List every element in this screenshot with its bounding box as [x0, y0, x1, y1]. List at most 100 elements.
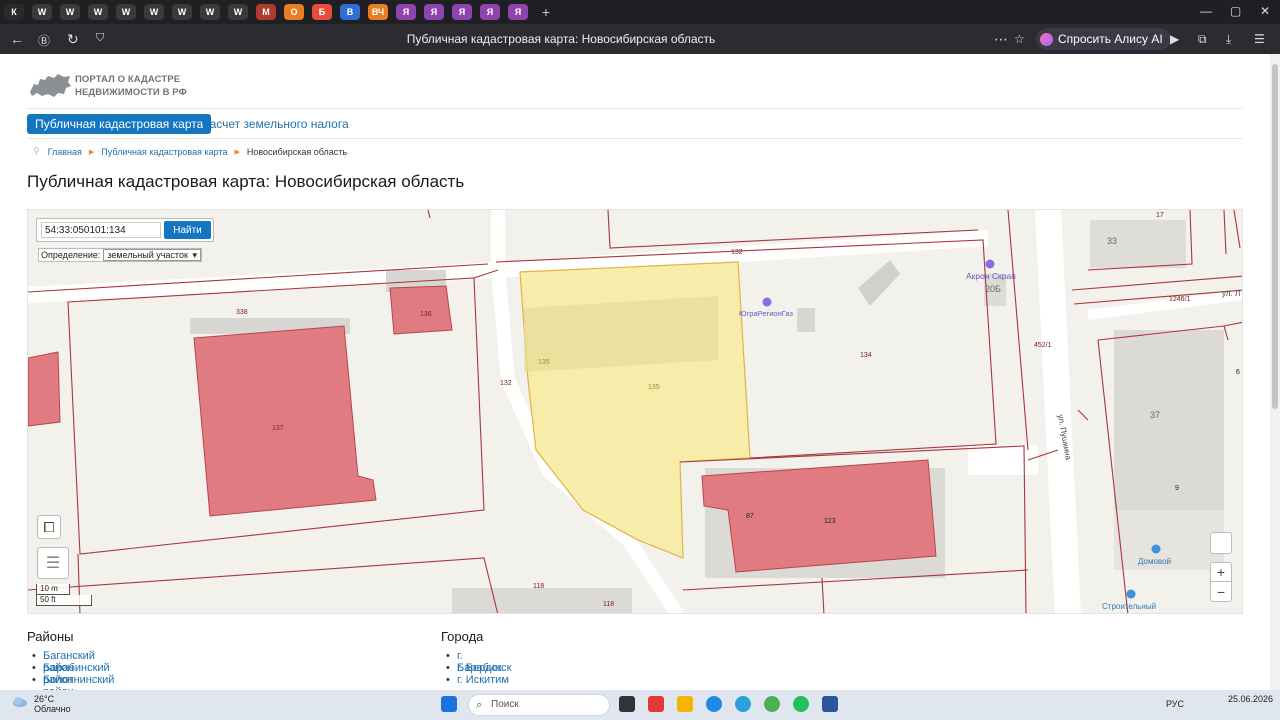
cloud-icon	[13, 697, 27, 707]
new-tab-button[interactable]: +	[536, 4, 556, 20]
telegram-icon[interactable]	[735, 696, 751, 712]
menu-item-land-tax[interactable]: Расчет земельного налога	[202, 117, 349, 131]
zoom-out-button[interactable]: −	[1210, 582, 1232, 602]
browser-tab[interactable]: M	[256, 4, 276, 20]
building	[524, 296, 718, 372]
word-icon[interactable]	[822, 696, 838, 712]
poi-akron-label: Акрон Скрап	[966, 271, 1016, 281]
layers-button[interactable]: ☰	[37, 547, 69, 579]
cadastral-map[interactable]: 338 136 137 132 132 135 135 134 87 123 1…	[27, 209, 1243, 614]
browser-tab[interactable]: В	[340, 4, 360, 20]
list-item[interactable]: г. Искитим	[441, 674, 511, 686]
browser-tab-bar: К W W W W W W W W M O Б В ВЧ Я Я Я Я Я + — ▢ ✕	[0, 0, 1280, 24]
breadcrumb-map[interactable]: Публичная кадастровая карта	[101, 147, 227, 157]
breadcrumb-home[interactable]: Главная	[48, 147, 82, 157]
play-icon[interactable]: ▶	[1170, 32, 1179, 46]
list-item[interactable]: Барабинский район	[27, 662, 114, 686]
browser-tab[interactable]: W	[88, 4, 108, 20]
fullscreen-icon: ⧠	[43, 518, 55, 535]
browser-tab[interactable]: Б	[312, 4, 332, 20]
poi-stroitel-label: Строительный	[1102, 602, 1156, 611]
parcel-137[interactable]	[193, 325, 377, 517]
browser-tab[interactable]: W	[32, 4, 52, 20]
task-view-icon[interactable]	[619, 696, 635, 712]
windows-taskbar: 26°C Облачно ⌕ Поиск РУС 25.06.2026	[0, 690, 1280, 720]
layers-icon: ☰	[45, 555, 61, 572]
page-scrollbar[interactable]	[1270, 54, 1280, 690]
browser-tab[interactable]: Я	[424, 4, 444, 20]
poi-yugra-icon[interactable]	[762, 297, 772, 307]
label-135a: 135	[538, 359, 550, 366]
label-20b: 20Б	[985, 284, 1001, 294]
taskbar-search-placeholder: Поиск	[491, 699, 519, 710]
site-logo[interactable]: ПОРТАЛ О КАДАСТРЕ НЕДВИЖИМОСТИ В РФ	[28, 70, 228, 104]
page-title-in-address[interactable]: Публичная кадастровая карта: Новосибирск…	[0, 32, 1122, 46]
building	[1090, 220, 1186, 268]
clock[interactable]: 25.06.2026	[1228, 693, 1273, 705]
cadastral-number-input[interactable]	[41, 222, 161, 238]
poi-akron-icon[interactable]	[985, 259, 995, 269]
browser-tab[interactable]: W	[60, 4, 80, 20]
browser-tab[interactable]: Я	[396, 4, 416, 20]
browser-tab[interactable]: Я	[508, 4, 528, 20]
edge-icon[interactable]	[706, 696, 722, 712]
label-37: 37	[1150, 410, 1160, 420]
map-canvas[interactable]: 338 136 137 132 132 135 135 134 87 123 1…	[28, 210, 1243, 614]
chrome-icon[interactable]	[764, 696, 780, 712]
more-icon[interactable]: ⋯	[994, 31, 1008, 48]
cadastral-search-panel: Найти	[36, 218, 214, 242]
weather-widget[interactable]: 26°C Облачно	[12, 694, 70, 714]
file-explorer-icon[interactable]	[677, 696, 693, 712]
menu-item-cadastral-map[interactable]: Публичная кадастровая карта	[27, 114, 212, 134]
square-button[interactable]	[1210, 532, 1232, 554]
russia-map-icon	[30, 74, 71, 97]
alisa-button[interactable]: Спросить Алису AI	[1036, 28, 1171, 50]
bookmark-icon[interactable]: ☆	[1014, 32, 1025, 46]
breadcrumb: ⚲ Главная ▶ Публичная кадастровая карта …	[33, 146, 347, 157]
label-132b: 132	[500, 380, 512, 387]
minimize-icon[interactable]: —	[1200, 4, 1212, 18]
location-pin-icon: ⚲	[33, 146, 40, 156]
alisa-label: Спросить Алису AI	[1058, 32, 1163, 46]
collections-icon[interactable]: ⧉	[1198, 32, 1207, 47]
parcel-123[interactable]	[701, 459, 937, 573]
browser-tab[interactable]: W	[116, 4, 136, 20]
browser-tab[interactable]: W	[144, 4, 164, 20]
breadcrumb-current: Новосибирская область	[246, 146, 348, 157]
label-452: 452/1	[1034, 342, 1052, 349]
browser-tab[interactable]: W	[228, 4, 248, 20]
definition-selector: Определение: земельный участок ▾	[38, 248, 202, 262]
maximize-icon[interactable]: ▢	[1230, 4, 1241, 18]
label-118a: 118	[533, 583, 544, 590]
browser-tab[interactable]: Я	[452, 4, 472, 20]
download-icon[interactable]: ⤓	[1226, 32, 1231, 47]
list-item[interactable]: г. Барабинск	[441, 650, 511, 674]
browser-tab[interactable]: W	[200, 4, 220, 20]
browser-tab[interactable]: Я	[480, 4, 500, 20]
label-118b: 118	[603, 601, 614, 608]
label-87: 87	[746, 513, 754, 520]
start-icon[interactable]	[441, 696, 457, 712]
parcel[interactable]	[28, 351, 61, 427]
list-item[interactable]: Болотнинский район	[27, 674, 114, 690]
browser-tab[interactable]: К	[4, 4, 24, 20]
find-button[interactable]: Найти	[164, 221, 211, 239]
taskbar-search[interactable]: ⌕ Поиск	[468, 694, 610, 716]
close-icon[interactable]: ✕	[1260, 4, 1270, 18]
definition-select[interactable]: земельный участок ▾	[103, 249, 201, 261]
poi-stroitel-icon[interactable]	[1126, 589, 1136, 599]
zoom-in-button[interactable]: +	[1210, 562, 1232, 582]
profile-icon[interactable]: ☰	[1254, 32, 1265, 46]
scrollbar-thumb[interactable]	[1272, 64, 1278, 409]
poi-domovoy-icon[interactable]	[1151, 544, 1161, 554]
parcel-136[interactable]	[389, 285, 453, 335]
fullscreen-button[interactable]: ⧠	[37, 515, 61, 539]
list-item[interactable]: г. Бердск	[441, 662, 511, 674]
browser-tab[interactable]: O	[284, 4, 304, 20]
yandex-browser-icon[interactable]	[648, 696, 664, 712]
browser-tab[interactable]: ВЧ	[368, 4, 388, 20]
list-item[interactable]: Баганский район	[27, 650, 114, 674]
language-indicator[interactable]: РУС	[1166, 699, 1184, 709]
browser-tab[interactable]: W	[172, 4, 192, 20]
wechat-icon[interactable]	[793, 696, 809, 712]
